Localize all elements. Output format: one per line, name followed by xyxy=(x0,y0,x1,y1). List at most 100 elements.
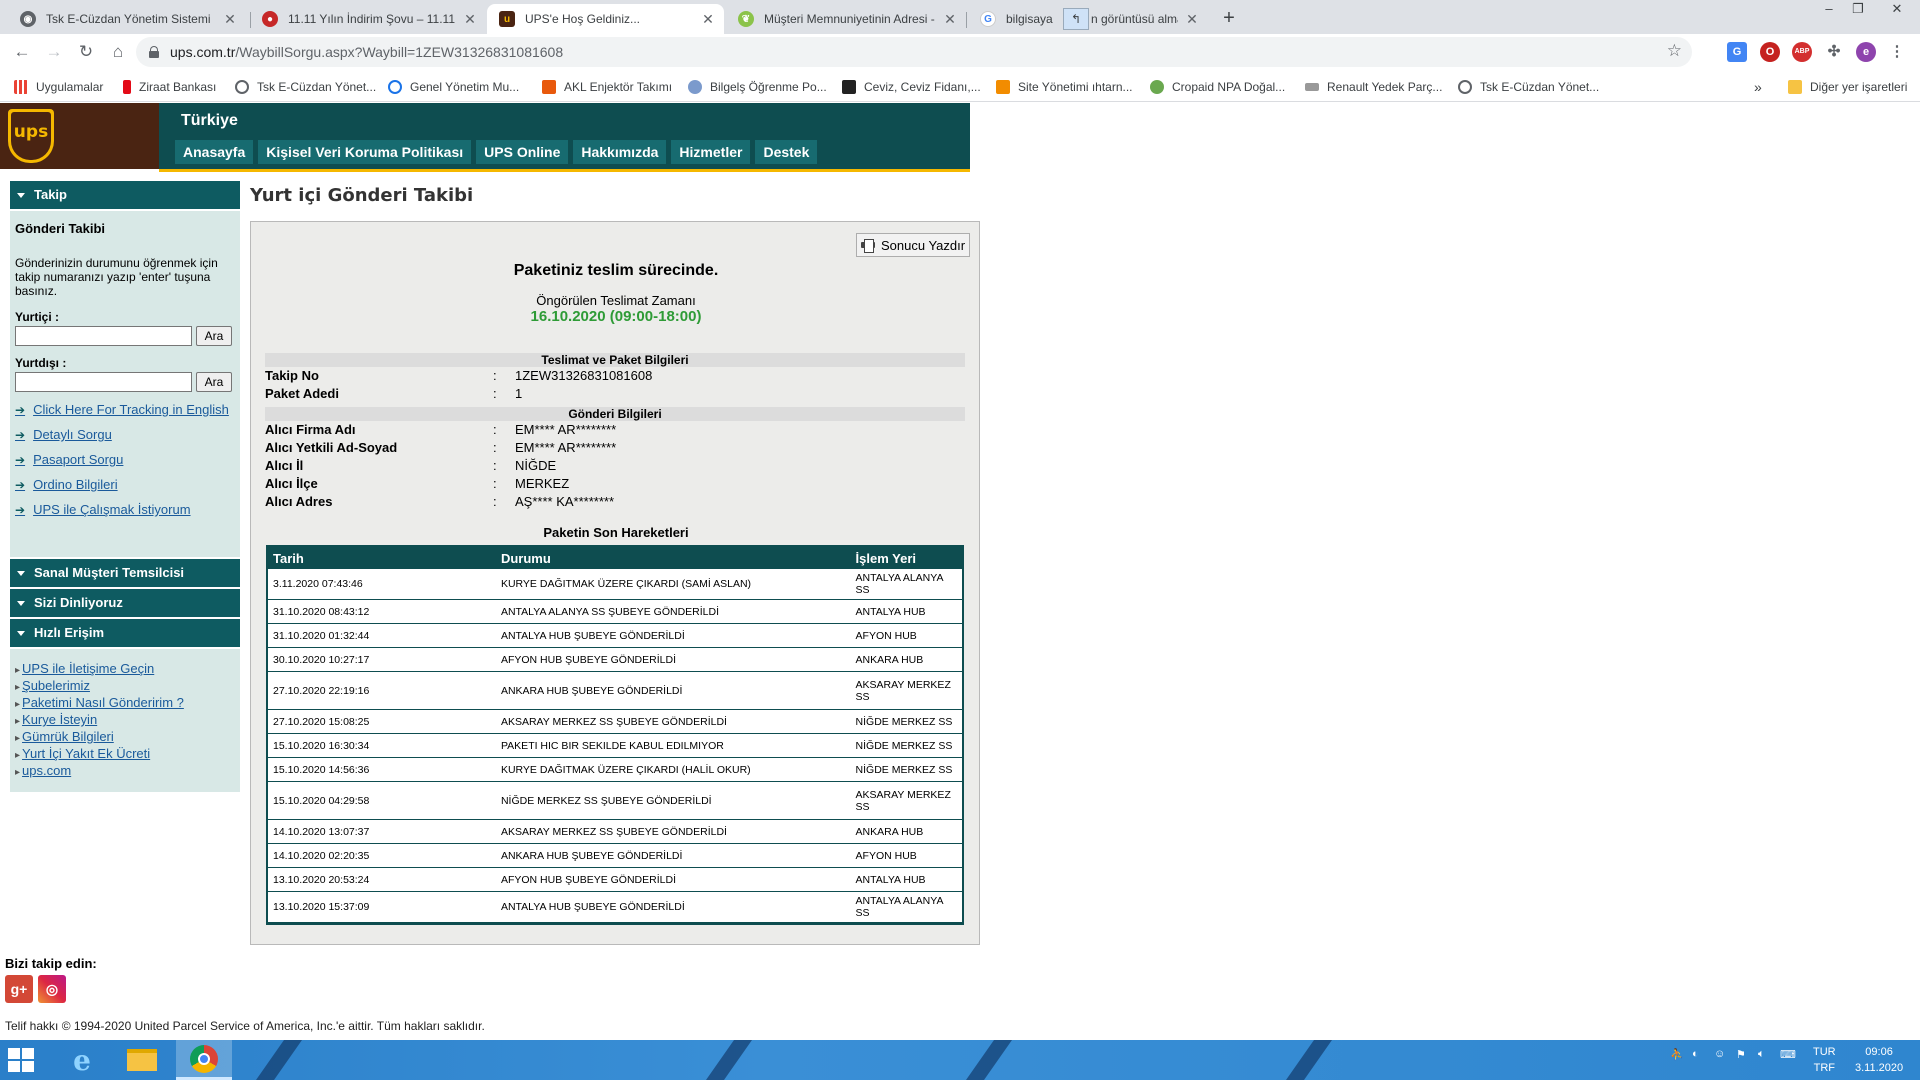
tray-flag-icon[interactable]: ⚑ xyxy=(1736,1048,1746,1070)
browser-tab-active[interactable]: u UPS'e Hoş Geldiniz... ✕ xyxy=(487,4,724,34)
bookmark-item[interactable]: Tsk E-Cüzdan Yönet... xyxy=(1458,78,1599,96)
browser-tab[interactable]: ● 11.11 Yılın İndirim Şovu – 11.11 İ ✕ xyxy=(250,4,486,34)
address-bar[interactable]: ups.com.tr/WaybillSorgu.aspx?Waybill=1ZE… xyxy=(136,37,1692,67)
quick-link-how-to-ship[interactable]: Paketimi Nasıl Gönderirim ? xyxy=(15,695,235,712)
sidebar-section-takip[interactable]: Takip xyxy=(10,181,240,209)
tray-network-icon[interactable]: ◐ xyxy=(1692,1048,1699,1070)
quick-link-ups-com[interactable]: ups.com xyxy=(15,763,235,780)
bookmark-item[interactable]: Bilgelş Öğrenme Po... xyxy=(688,78,827,96)
bookmark-item[interactable]: AKL Enjektör Takımı xyxy=(542,78,672,96)
tray-volume-icon[interactable]: 🔈︎ xyxy=(1758,1048,1765,1070)
quick-link-fuel-surcharge[interactable]: Yurt İçi Yakıt Ek Ücreti xyxy=(15,746,235,763)
language-indicator[interactable]: TUR TRF xyxy=(1813,1044,1836,1076)
sidebar-section-virtual-agent[interactable]: Sanal Müşteri Temsilcisi xyxy=(10,559,240,587)
wallpaper-stripe xyxy=(255,1040,303,1080)
sidebar: Takip Gönderi Takibi Gönderinizin durumu… xyxy=(10,181,240,792)
info-row-recipient-district: Alıcı İlçe: MERKEZ xyxy=(265,476,570,491)
tracking-number: 1ZEW31326831081608 xyxy=(515,368,653,383)
tab-title: UPS'e Hoş Geldiniz... xyxy=(525,12,641,26)
quick-link-courier[interactable]: Kurye İsteyin xyxy=(15,712,235,729)
internet-explorer-icon[interactable]: e xyxy=(54,1040,110,1080)
file-explorer-icon[interactable] xyxy=(114,1040,170,1080)
link-ordino-bilgileri[interactable]: ➔ Ordino Bilgileri xyxy=(15,477,235,492)
nav-kvkk[interactable]: Kişisel Veri Koruma Politikası xyxy=(258,140,472,164)
nav-ups-online[interactable]: UPS Online xyxy=(476,140,569,164)
bookmark-item[interactable]: Cropaid NPA Doğal... xyxy=(1150,78,1285,96)
system-clock[interactable]: 09:06 3.11.2020 xyxy=(1855,1044,1903,1076)
tracking-instructions: Gönderinizin durumunu öğrenmek için taki… xyxy=(15,256,218,298)
close-tab-icon[interactable]: ✕ xyxy=(1184,11,1200,28)
home-icon[interactable]: ⌂ xyxy=(106,40,130,64)
forward-arrow-icon[interactable]: → xyxy=(42,40,66,64)
bookmark-item[interactable]: Site Yönetimi ıhtarn... xyxy=(996,78,1133,96)
new-tab-button[interactable]: + xyxy=(1215,4,1243,32)
tray-people-icon[interactable]: ☺ xyxy=(1714,1048,1725,1070)
close-tab-icon[interactable]: ✕ xyxy=(222,11,238,28)
nav-hizmetler[interactable]: Hizmetler xyxy=(671,140,751,164)
bookmark-item[interactable]: Genel Yönetim Mu... xyxy=(388,78,519,96)
international-search-button[interactable]: Ara xyxy=(196,372,232,392)
site-icon xyxy=(388,80,402,94)
adblock-extension-icon[interactable]: ABP xyxy=(1792,42,1812,62)
browser-toolbar: ← → ↻ ⌂ ups.com.tr/WaybillSorgu.aspx?Way… xyxy=(0,34,1920,70)
link-pasaport-sorgu[interactable]: ➔ Pasaport Sorgu xyxy=(15,452,235,467)
bookmark-item[interactable]: Ziraat Bankası xyxy=(123,78,216,96)
url-text: ups.com.tr/WaybillSorgu.aspx?Waybill=1ZE… xyxy=(170,44,564,60)
close-tab-icon[interactable]: ✕ xyxy=(942,11,958,28)
browser-tab[interactable]: G bilgisaya ↰ n görüntüsü alma ✕ xyxy=(968,4,1208,34)
close-tab-icon[interactable]: ✕ xyxy=(462,11,478,28)
other-bookmarks-folder[interactable]: Diğer yer işaretleri xyxy=(1788,78,1907,96)
close-tab-icon[interactable]: ✕ xyxy=(700,11,716,28)
akl-icon xyxy=(542,80,556,94)
browser-tab[interactable]: ❦ Müşteri Memnuniyetinin Adresi - ✕ xyxy=(726,4,966,34)
ups-logo[interactable]: ups xyxy=(0,103,159,169)
windows-start-icon[interactable] xyxy=(8,1048,34,1072)
bookmark-item[interactable]: Uygulamalar xyxy=(14,78,103,96)
reload-icon[interactable]: ↻ xyxy=(74,40,98,64)
menu-dots-icon[interactable]: ⋮ xyxy=(1887,42,1907,62)
wallpaper-stripe xyxy=(705,1040,753,1080)
quick-link-customs[interactable]: Gümrük Bilgileri xyxy=(15,729,235,746)
nav-destek[interactable]: Destek xyxy=(755,140,818,164)
profile-avatar[interactable]: e xyxy=(1856,42,1876,62)
lock-icon xyxy=(148,46,160,58)
browser-tab-bar: ◉ Tsk E-Cüzdan Yönetim Sistemi ✕ ● 11.11… xyxy=(0,0,1920,34)
google-plus-icon[interactable]: g+ xyxy=(5,975,33,1003)
print-result-button[interactable]: Sonucu Yazdır xyxy=(856,233,970,257)
quick-link-branches[interactable]: Şubelerimiz xyxy=(15,678,235,695)
quick-access-links: UPS ile İletişime Geçin Şubelerimiz Pake… xyxy=(10,649,240,792)
sidebar-section-feedback[interactable]: Sizi Dinliyoruz xyxy=(10,589,240,617)
top-navigation: Anasayfa Kişisel Veri Koruma Politikası … xyxy=(175,140,822,164)
site-yonetimi-icon xyxy=(996,80,1010,94)
bookmark-item[interactable]: Renault Yedek Parç... xyxy=(1305,78,1442,96)
sidebar-section-quick-access[interactable]: Hızlı Erişim xyxy=(10,619,240,647)
more-bookmarks-button[interactable]: » xyxy=(1754,78,1762,96)
table-row: 15.10.2020 14:56:36 KURYE DAĞITMAK ÜZERE … xyxy=(268,757,962,782)
close-window-button[interactable]: ✕ xyxy=(1874,0,1920,30)
tray-person-icon[interactable]: ⛹ xyxy=(1670,1048,1684,1070)
domestic-tracking-input[interactable] xyxy=(15,326,192,346)
domestic-search-button[interactable]: Ara xyxy=(196,326,232,346)
tray-keyboard-icon[interactable]: ⌨ xyxy=(1780,1048,1796,1070)
puzzle-extensions-icon[interactable]: ✣ xyxy=(1824,42,1844,62)
instagram-icon[interactable]: ◎ xyxy=(38,975,66,1003)
opera-extension-icon[interactable]: O xyxy=(1760,42,1780,62)
apps-grid-icon xyxy=(14,80,28,94)
link-ups-careers[interactable]: ➔ UPS ile Çalışmak İstiyorum xyxy=(15,502,235,517)
nav-anasayfa[interactable]: Anasayfa xyxy=(175,140,254,164)
column-header-location: İşlem Yeri xyxy=(850,547,962,569)
bookmark-item[interactable]: Ceviz, Ceviz Fidanı,... xyxy=(842,78,981,96)
translate-extension-icon[interactable]: G xyxy=(1727,42,1747,62)
browser-tab[interactable]: ◉ Tsk E-Cüzdan Yönetim Sistemi ✕ xyxy=(8,4,246,34)
chrome-taskbar-icon[interactable] xyxy=(176,1040,232,1080)
sidebar-spacer xyxy=(10,535,240,557)
back-arrow-icon[interactable]: ← xyxy=(10,40,34,64)
quick-link-contact[interactable]: UPS ile İletişime Geçin xyxy=(15,661,235,678)
info-row-recipient-city: Alıcı İl: NİĞDE xyxy=(265,458,557,473)
link-english-tracking[interactable]: ➔ Click Here For Tracking in English xyxy=(15,402,235,417)
international-tracking-input[interactable] xyxy=(15,372,192,392)
link-detayli-sorgu[interactable]: ➔ Detaylı Sorgu xyxy=(15,427,235,442)
bookmark-item[interactable]: Tsk E-Cüzdan Yönet... xyxy=(235,78,376,96)
bookmark-star-icon[interactable]: ☆ xyxy=(1667,41,1682,61)
nav-hakkimizda[interactable]: Hakkımızda xyxy=(573,140,667,164)
